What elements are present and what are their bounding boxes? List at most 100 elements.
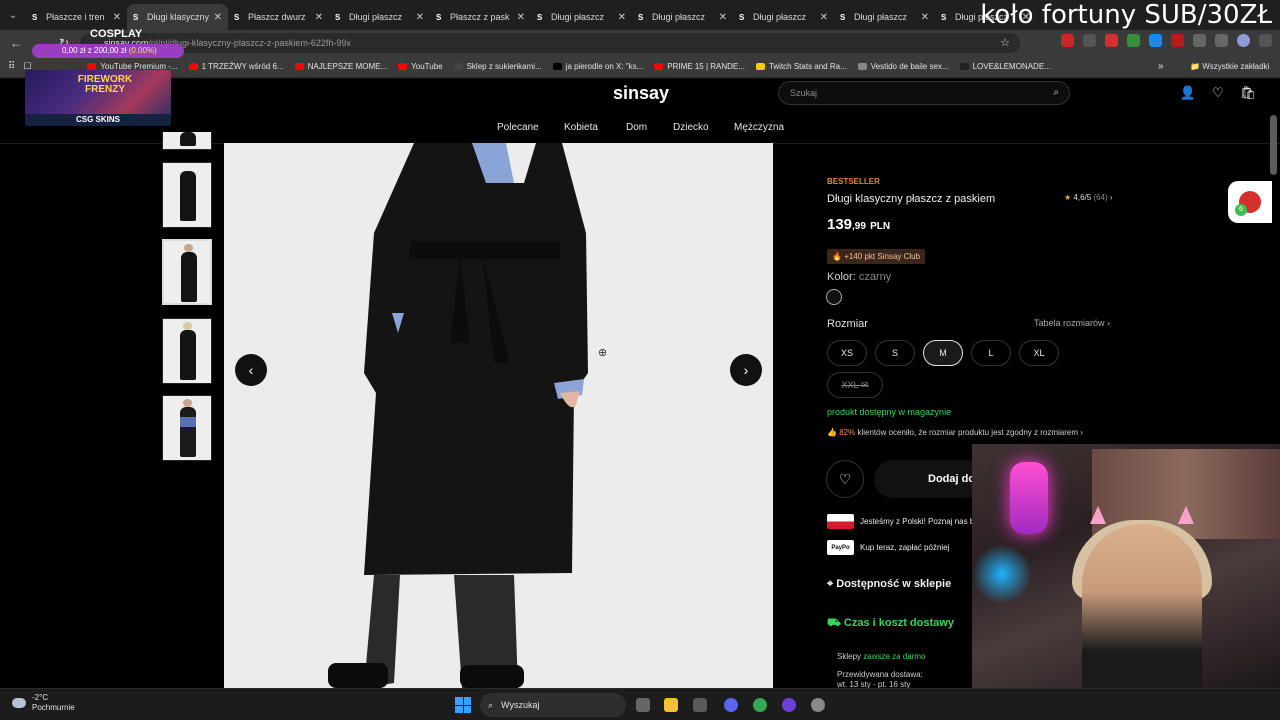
taskbar-search[interactable]: ⌕ Wyszukaj	[480, 693, 626, 717]
bookmark-item[interactable]: Vestido de baile sex...	[857, 62, 949, 71]
all-bookmarks[interactable]: 📁 Wszystkie zakładki	[1190, 62, 1269, 71]
extension-icon[interactable]	[1171, 34, 1184, 47]
category-polecane[interactable]: Polecane	[497, 122, 539, 133]
size-l-button[interactable]: L	[971, 340, 1011, 366]
store-icon[interactable]	[693, 698, 707, 712]
flame-icon: 🔥	[832, 252, 842, 261]
site-logo[interactable]: sinsay	[613, 83, 669, 104]
page-scrollbar[interactable]	[1270, 115, 1277, 175]
category-dziecko[interactable]: Dziecko	[673, 122, 709, 133]
bookmark-item[interactable]: Twitch Stats and Ra...	[755, 62, 847, 71]
streamer	[1082, 524, 1202, 688]
paypo-info[interactable]: PayPo Kup teraz, zapłać później	[827, 540, 949, 555]
bookmark-item[interactable]: NAJLEPSZE MOME...	[294, 62, 387, 71]
next-image-button[interactable]: ›	[730, 354, 762, 386]
add-to-cart-button[interactable]: Dodaj do	[874, 460, 984, 498]
close-tab-icon[interactable]: ✕	[315, 12, 323, 23]
category-kobieta[interactable]: Kobieta	[564, 122, 598, 133]
tab[interactable]: S Długi płaszcz ✕	[632, 4, 733, 30]
cart-icon[interactable]: 🛍	[1240, 85, 1257, 101]
close-tab-icon[interactable]: ✕	[517, 12, 525, 23]
product-thumbnail[interactable]	[162, 162, 212, 228]
close-tab-icon[interactable]: ✕	[416, 12, 424, 23]
size-m-button[interactable]: M	[923, 340, 963, 366]
bookmark-item[interactable]: ja pierodle on X: "ks...	[552, 62, 644, 71]
apps-icon[interactable]: ⠿	[8, 61, 15, 72]
header-icons: 👤 ♡ 🛍	[1180, 85, 1256, 101]
bookmark-item[interactable]: PRIME 15 | RANDE...	[654, 62, 745, 71]
extension-icon[interactable]	[1083, 34, 1096, 47]
heart-icon: ♡	[838, 470, 852, 487]
app-icon[interactable]	[782, 698, 796, 712]
account-icon[interactable]: 👤	[1180, 85, 1196, 101]
bookmarks-overflow-icon[interactable]: »	[1158, 61, 1164, 72]
bookmark-item[interactable]: 1 TRZEŹWY wśród 6...	[188, 62, 284, 71]
size-xl-button[interactable]: XL	[1019, 340, 1059, 366]
floating-gift-badge[interactable]: 6	[1228, 181, 1272, 223]
fit-info[interactable]: 👍 82% klientów oceniło, że rozmiar produ…	[827, 428, 1083, 437]
windows-start-icon[interactable]	[455, 697, 471, 713]
extension-icon[interactable]	[1127, 34, 1140, 47]
task-view-icon[interactable]	[636, 698, 650, 712]
discord-icon[interactable]	[724, 698, 738, 712]
tab-title: Długi płaszcz	[753, 12, 807, 22]
tab[interactable]: S Długi płaszcz ✕	[834, 4, 935, 30]
close-tab-icon[interactable]: ✕	[719, 12, 727, 23]
size-xs-button[interactable]: XS	[827, 340, 867, 366]
tab[interactable]: S Płaszcz dwurz ✕	[228, 4, 329, 30]
product-rating[interactable]: ★ 4,6/5 (64) ›	[1064, 193, 1113, 202]
size-xxl-button[interactable]: XXL ✉	[827, 372, 883, 398]
close-tab-icon[interactable]: ✕	[214, 12, 222, 23]
search-input[interactable]: Szukaj ⌕	[778, 81, 1070, 105]
product-thumbnail-selected[interactable]	[162, 239, 212, 305]
bookmark-star-icon[interactable]: ☆	[1000, 36, 1010, 49]
tab[interactable]: S Długi płaszcz ✕	[531, 4, 632, 30]
tab[interactable]: S Długi płaszcz ✕	[733, 4, 834, 30]
close-tab-icon[interactable]: ✕	[921, 12, 929, 23]
poland-info[interactable]: Jesteśmy z Polski! Poznaj nas b	[827, 514, 974, 529]
wishlist-icon[interactable]: ♡	[1210, 85, 1226, 101]
extension-icon[interactable]	[1061, 34, 1074, 47]
category-dom[interactable]: Dom	[626, 122, 647, 133]
menu-icon[interactable]	[1215, 34, 1228, 47]
chrome-icon[interactable]	[753, 698, 767, 712]
bookmark-label: PRIME 15 | RANDE...	[667, 62, 745, 71]
search-icon[interactable]: ⌕	[1053, 87, 1059, 98]
category-mezczyzna[interactable]: Mężczyzna	[734, 122, 784, 133]
back-icon[interactable]: ←	[4, 36, 28, 50]
bookmark-label: Sklep z sukienkami...	[466, 62, 542, 71]
close-tab-icon[interactable]: ✕	[618, 12, 626, 23]
extension-icon[interactable]	[1105, 34, 1118, 47]
puzzle-icon[interactable]	[1193, 34, 1206, 47]
file-explorer-icon[interactable]	[664, 698, 678, 712]
weather-widget[interactable]: -2°C Pochmurnie	[12, 693, 75, 713]
profile-avatar[interactable]	[1237, 34, 1250, 47]
extension-icon[interactable]	[1149, 34, 1162, 47]
more-options-icon[interactable]	[1259, 34, 1272, 47]
tab[interactable]: S Płaszcz z pask ✕	[430, 4, 531, 30]
product-thumbnail[interactable]	[162, 395, 212, 461]
product-thumbnail[interactable]	[162, 132, 212, 150]
url-field[interactable]: sinsay.com /pl/pl/dlugi-klasyczny-plaszc…	[80, 33, 1020, 53]
bookmark-item[interactable]: LOVE&LEMONADE...	[959, 62, 1051, 71]
bookmark-item[interactable]: YouTube	[398, 62, 443, 71]
obs-icon[interactable]	[811, 698, 825, 712]
product-thumbnail[interactable]	[162, 318, 212, 384]
delivery-section-header[interactable]: ⛟ Czas i koszt dostawy	[827, 617, 954, 631]
tab-search-icon[interactable]: ⌄	[0, 0, 26, 30]
product-title: Długi klasyczny płaszcz z paskiem	[827, 193, 996, 205]
tab[interactable]: S Długi płaszcz ✕	[329, 4, 430, 30]
size-chart-link[interactable]: Tabela rozmiarów ›	[1034, 318, 1110, 328]
tab-title: Płaszcz dwurz	[248, 12, 306, 22]
bookmark-item[interactable]: Sklep z sukienkami...	[453, 62, 542, 71]
bookmark-label: ja pierodle on X: "ks...	[565, 62, 644, 71]
store-availability-button[interactable]: ⌖ Dostępność w sklepie	[827, 578, 951, 591]
close-tab-icon[interactable]: ✕	[113, 12, 121, 23]
thumbs-up-icon: 👍	[827, 428, 837, 437]
add-to-wishlist-button[interactable]: ♡	[826, 460, 864, 498]
close-tab-icon[interactable]: ✕	[820, 12, 828, 23]
size-s-button[interactable]: S	[875, 340, 915, 366]
product-main-image[interactable]	[224, 143, 773, 688]
color-swatch-black[interactable]	[826, 289, 842, 305]
prev-image-button[interactable]: ‹	[235, 354, 267, 386]
